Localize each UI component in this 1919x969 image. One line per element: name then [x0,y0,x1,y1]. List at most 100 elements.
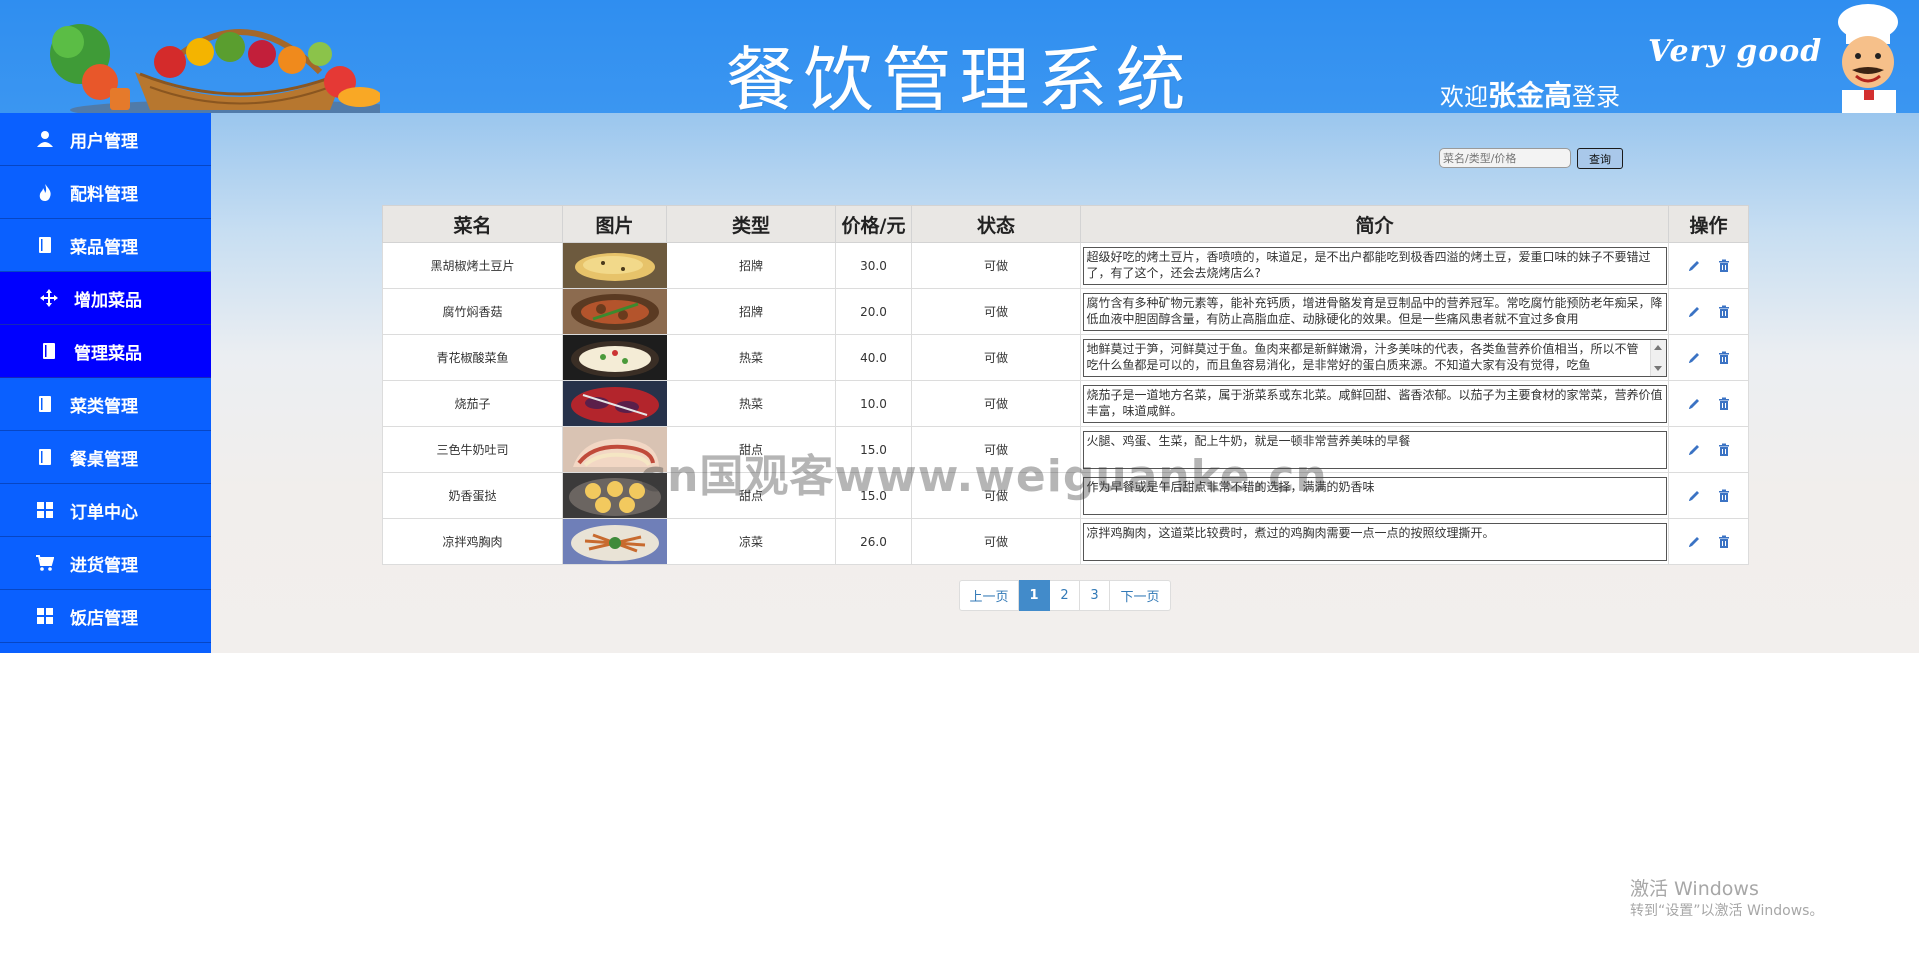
dish-type: 热菜 [666,334,836,381]
dish-price: 20.0 [835,288,912,335]
dish-image [563,381,667,426]
book-icon [34,447,56,467]
dish-description[interactable]: 腐竹含有多种矿物元素等，能补充钙质，增进骨骼发育是豆制品中的营养冠军。常吃腐竹能… [1082,292,1667,331]
dish-name: 奶香蛋挞 [382,472,563,519]
dish-status: 可做 [911,242,1081,289]
page-button-1[interactable]: 1 [1019,580,1050,611]
edit-icon[interactable] [1687,489,1701,503]
column-header-status: 状态 [911,205,1081,243]
delete-icon[interactable] [1717,351,1731,365]
delete-icon[interactable] [1717,305,1731,319]
column-header-actions: 操作 [1668,205,1749,243]
dish-description[interactable]: 凉拌鸡胸肉，这道菜比较费时，煮过的鸡胸肉需要一点一点的按照纹理撕开。 [1082,522,1667,561]
search-button[interactable]: 查询 [1577,148,1623,169]
dish-image [563,519,667,564]
sidebar-item-label: 餐桌管理 [70,449,138,470]
description-scrollbar[interactable] [1649,339,1666,376]
table-row: 青花椒酸菜鱼 热菜 40.0 可做 地鲜莫过于笋，河鲜莫过于鱼。鱼肉来都是新鲜嫩… [382,334,1749,381]
edit-icon[interactable] [1687,305,1701,319]
site-watermark: cn国观客www.weiguanke.cn [640,451,1328,502]
delete-icon[interactable] [1717,259,1731,273]
dish-status: 可做 [911,518,1081,565]
dish-image [563,243,667,288]
slogan-text: Very good [1648,34,1823,69]
dish-type: 热菜 [666,380,836,427]
delete-icon[interactable] [1717,489,1731,503]
edit-icon[interactable] [1687,259,1701,273]
windows-activation-subtitle: 转到“设置”以激活 Windows。 [1630,903,1824,919]
dish-image [563,335,667,380]
sidebar-item-add-dish[interactable]: 增加菜品 [0,272,211,325]
cart-icon [34,553,56,573]
dish-price: 40.0 [835,334,912,381]
sidebar-nav: 用户管理 配料管理 菜品管理 增加菜品 管理菜品 菜类管理 餐桌管理 订单中心 … [0,113,211,653]
sidebar-item-order-center[interactable]: 订单中心 [0,484,211,537]
sidebar-item-label: 菜品管理 [70,237,138,258]
search-input[interactable] [1439,148,1571,168]
dish-type: 凉菜 [666,518,836,565]
sidebar-item-manage-dishes[interactable]: 管理菜品 [0,325,211,378]
page-button-3[interactable]: 3 [1080,580,1110,611]
app-title: 餐饮管理系统 [725,39,1194,113]
table-row: 烧茄子 热菜 10.0 可做 烧茄子是一道地方名菜，属于浙菜系或东北菜。咸鲜回甜… [382,380,1749,427]
edit-icon[interactable] [1687,397,1701,411]
sidebar-item-label: 配料管理 [70,184,138,205]
dish-description[interactable]: 超级好吃的烤土豆片，香喷喷的，味道足，是不出户都能吃到极香四溢的烤土豆，爱重口味… [1082,246,1667,285]
grid-icon [34,606,56,626]
dish-table: 菜名 图片 类型 价格/元 状态 简介 操作 黑胡椒烤土豆片 招牌 30.0 可… [382,205,1749,565]
table-row: 凉拌鸡胸肉 凉菜 26.0 可做 凉拌鸡胸肉，这道菜比较费时，煮过的鸡胸肉需要一… [382,518,1749,565]
sidebar-item-dish-management[interactable]: 菜品管理 [0,219,211,272]
page-button-2[interactable]: 2 [1050,580,1080,611]
dish-name: 凉拌鸡胸肉 [382,518,563,565]
dish-image [563,289,667,334]
scroll-up-icon[interactable] [1653,344,1662,350]
dish-name: 黑胡椒烤土豆片 [382,242,563,289]
header-banner: 餐饮管理系统 欢迎张金高登录 Very good [0,0,1919,113]
delete-icon[interactable] [1717,397,1731,411]
welcome-prefix: 欢迎 [1440,83,1488,111]
fire-icon [34,182,56,202]
sidebar-item-label: 饭店管理 [70,608,138,629]
dish-price: 30.0 [835,242,912,289]
delete-icon[interactable] [1717,443,1731,457]
column-header-type: 类型 [666,205,836,243]
edit-icon[interactable] [1687,443,1701,457]
sidebar-item-label: 管理菜品 [74,343,142,364]
dish-name: 烧茄子 [382,380,563,427]
sidebar-item-label: 用户管理 [70,131,138,152]
sidebar-item-purchase-management[interactable]: 进货管理 [0,537,211,590]
table-header-row: 菜名 图片 类型 价格/元 状态 简介 操作 [382,205,1749,243]
dish-description[interactable]: 烧茄子是一道地方名菜，属于浙菜系或东北菜。咸鲜回甜、酱香浓郁。以茄子为主要食材的… [1082,384,1667,423]
sidebar-item-label: 菜类管理 [70,396,138,417]
user-icon [34,129,56,149]
dish-description-box[interactable]: 地鲜莫过于笋，河鲜莫过于鱼。鱼肉来都是新鲜嫩滑，汁多美味的代表，各类鱼营养价值相… [1082,338,1667,377]
user-name: 张金高 [1488,79,1573,112]
dish-type: 招牌 [666,242,836,289]
sidebar-item-label: 订单中心 [70,502,138,523]
column-header-description: 简介 [1080,205,1669,243]
delete-icon[interactable] [1717,535,1731,549]
sidebar-item-category-management[interactable]: 菜类管理 [0,378,211,431]
edit-icon[interactable] [1687,351,1701,365]
dish-type: 招牌 [666,288,836,335]
welcome-suffix: 登录 [1572,83,1621,111]
next-page-button[interactable]: 下一页 [1110,580,1171,611]
sidebar-item-ingredient-management[interactable]: 配料管理 [0,166,211,219]
prev-page-button[interactable]: 上一页 [959,580,1019,611]
column-header-name: 菜名 [382,205,563,243]
dish-name: 青花椒酸菜鱼 [382,334,563,381]
dish-description: 地鲜莫过于笋，河鲜莫过于鱼。鱼肉来都是新鲜嫩滑，汁多美味的代表，各类鱼营养价值相… [1086,341,1639,372]
dish-status: 可做 [911,288,1081,335]
book-icon [38,341,60,361]
welcome-message: 欢迎张金高登录 [1440,74,1620,113]
edit-icon[interactable] [1687,535,1701,549]
scroll-down-icon[interactable] [1653,365,1662,371]
dish-name: 三色牛奶吐司 [382,426,563,473]
sidebar-item-user-management[interactable]: 用户管理 [0,113,211,166]
dish-status: 可做 [911,334,1081,381]
book-icon [34,235,56,255]
sidebar-item-restaurant-management[interactable]: 饭店管理 [0,590,211,643]
sidebar-item-table-management[interactable]: 餐桌管理 [0,431,211,484]
move-icon [38,288,60,308]
table-row: 黑胡椒烤土豆片 招牌 30.0 可做 超级好吃的烤土豆片，香喷喷的，味道足，是不… [382,242,1749,289]
